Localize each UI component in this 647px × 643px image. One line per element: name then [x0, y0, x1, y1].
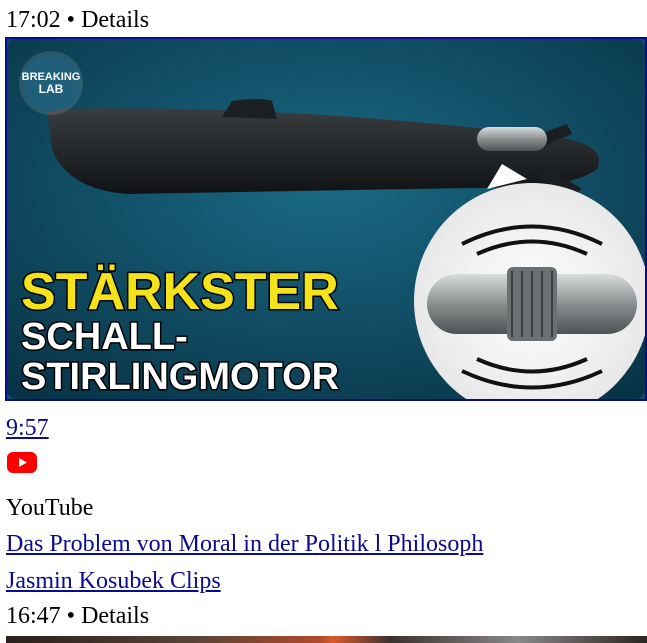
video-thumbnail[interactable]: BREAKING LAB STÄRKSTER SCHALL- STIRLINGM… [5, 37, 647, 401]
item1-meta: 17:02 • Details [6, 7, 150, 33]
svg-text:SCHALL-: SCHALL- [21, 316, 188, 358]
video-duration-link[interactable]: 9:57 [6, 414, 49, 442]
item2-meta: 16:47 • Details [6, 603, 150, 629]
youtube-icon [7, 452, 37, 473]
video-title-link[interactable]: Das Problem von Moral in der Politik l P… [6, 530, 483, 558]
breaking-lab-logo: BREAKING LAB [19, 51, 83, 115]
svg-text:STIRLINGMOTOR: STIRLINGMOTOR [21, 356, 339, 398]
svg-text:STÄRKSTER: STÄRKSTER [21, 263, 339, 321]
svg-text:LAB: LAB [39, 82, 64, 96]
next-video-thumbnail[interactable] [6, 636, 647, 643]
channel-name-link[interactable]: Jasmin Kosubek Clips [6, 567, 221, 595]
source-label: YouTube [6, 495, 94, 521]
thumbnail-art: BREAKING LAB STÄRKSTER SCHALL- STIRLINGM… [7, 39, 645, 399]
